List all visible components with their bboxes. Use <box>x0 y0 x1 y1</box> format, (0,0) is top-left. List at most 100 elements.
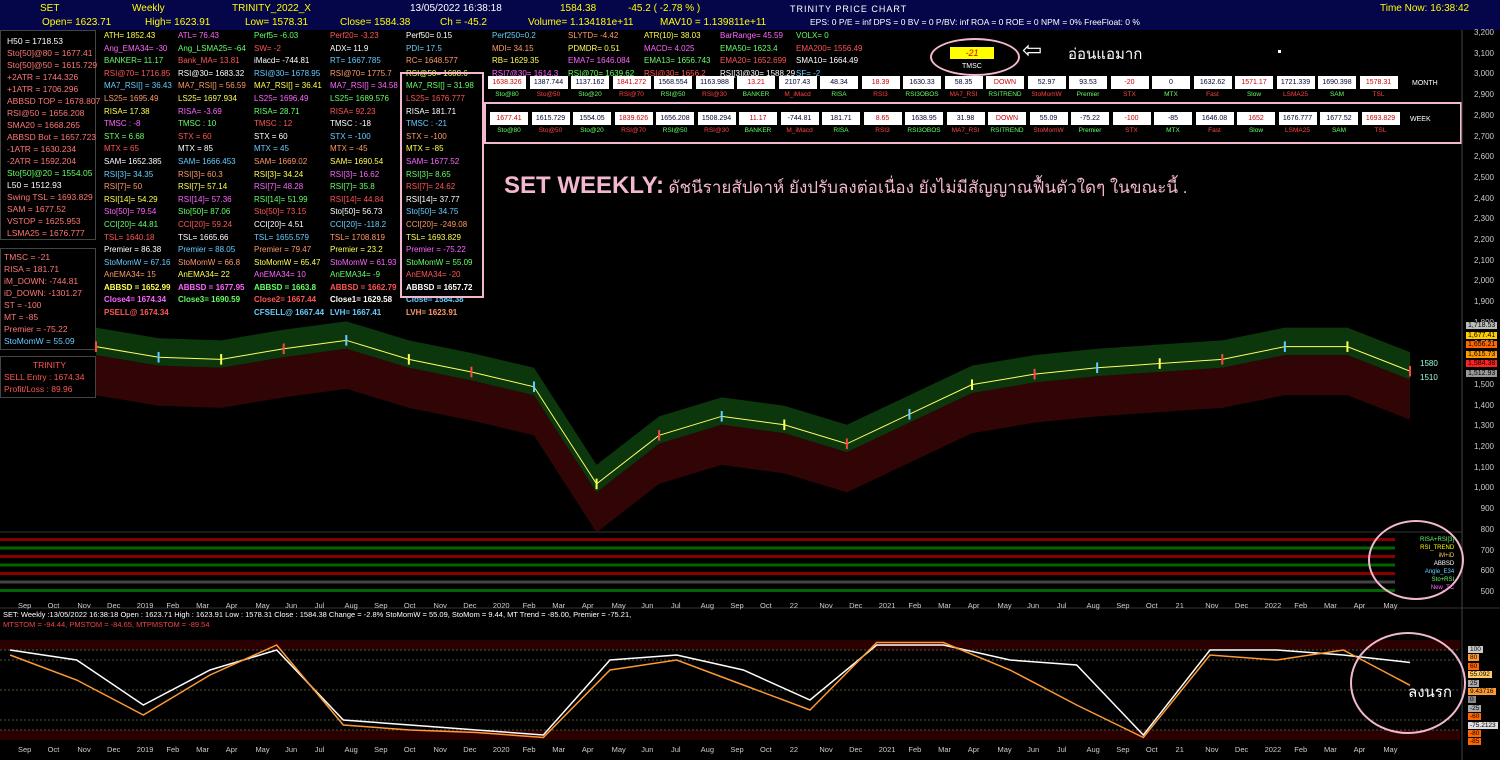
price-tick: 1,100 <box>1473 462 1494 472</box>
time-tick: 2021 <box>878 745 896 754</box>
time-tick: 2019 <box>136 601 154 610</box>
time-tick: Apr <box>967 601 980 610</box>
indicator-legend-item: Sto+RSI <box>1431 577 1455 583</box>
time-tick: Dec <box>1234 745 1249 754</box>
price-side-label-1: 1580 <box>1420 359 1438 368</box>
osc-tick: -25 <box>1468 704 1482 712</box>
time-tick: Nov <box>77 601 91 610</box>
price-tag: 1,615.73 <box>1466 350 1498 358</box>
osc-tick: -85 <box>1468 738 1482 746</box>
price-tick: 1,500 <box>1473 379 1494 389</box>
time-tick: Dec <box>849 745 863 754</box>
time-tick: Oct <box>47 745 60 754</box>
time-tick: Mar <box>1323 601 1337 610</box>
time-tick: Aug <box>1086 745 1100 754</box>
indicator-strip <box>0 555 1395 558</box>
time-tick: Oct <box>47 601 60 610</box>
price-tick: 900 <box>1480 504 1494 514</box>
red-cloud <box>96 348 1410 533</box>
time-tick: Sep <box>1116 745 1130 754</box>
time-tick: Sep <box>374 601 388 610</box>
time-tick: Dec <box>1234 601 1249 610</box>
time-tick: May <box>611 601 626 610</box>
time-tick: Jun <box>285 601 298 610</box>
price-tick: 600 <box>1480 566 1494 576</box>
indicator-legend-item: RSI_TREND <box>1420 545 1455 551</box>
time-tick: Apr <box>225 601 238 610</box>
price-tick: 2,200 <box>1473 235 1494 244</box>
price-tick: 1,900 <box>1473 297 1494 307</box>
time-tick: Aug <box>700 745 715 754</box>
time-tick: Oct <box>760 745 772 754</box>
osc-note: ลงนรก <box>1408 684 1452 701</box>
time-tick: Feb <box>1294 601 1308 610</box>
time-tick: 21 <box>1175 745 1184 754</box>
osc-oversold-zone <box>0 730 1460 740</box>
time-tick: Aug <box>1086 601 1100 610</box>
time-tick: Jul <box>314 601 325 610</box>
time-tick: Oct <box>1145 745 1158 754</box>
indicator-legend-item: iM+iD <box>1438 553 1455 559</box>
time-tick: 2020 <box>492 745 510 754</box>
price-tag: 1,512.93 <box>1466 369 1498 377</box>
time-tick: May <box>997 745 1012 754</box>
price-tick: 3,000 <box>1473 69 1494 79</box>
osc-tick: -60 <box>1468 713 1482 721</box>
time-tick: Sep <box>18 745 32 754</box>
price-chart[interactable] <box>0 0 1500 760</box>
time-tick: Oct <box>760 601 772 610</box>
time-tick: Mar <box>552 745 566 754</box>
price-tag: 1,718.53 <box>1466 322 1498 329</box>
time-tick: Nov <box>77 745 91 754</box>
time-tick: Feb <box>166 601 180 610</box>
time-tick: 2019 <box>136 745 154 754</box>
time-tick: Nov <box>1205 601 1219 610</box>
price-tick: 2,600 <box>1473 152 1494 162</box>
time-tick: Jun <box>285 745 298 754</box>
time-tick: May <box>255 745 270 754</box>
price-tick: 2,100 <box>1473 255 1494 265</box>
time-tick: 22 <box>789 601 799 610</box>
time-tick: May <box>611 745 626 754</box>
price-tick: 800 <box>1480 524 1494 534</box>
time-tick: Jul <box>1056 601 1067 610</box>
time-tick: Dec <box>463 601 477 610</box>
time-tick: Mar <box>1323 745 1337 754</box>
time-tick: Sep <box>730 745 744 754</box>
price-tick: 3,200 <box>1473 28 1494 37</box>
time-tick: Jul <box>314 745 325 754</box>
time-tick: Dec <box>107 745 121 754</box>
time-tick: Aug <box>344 601 358 610</box>
time-tick: Nov <box>433 745 447 754</box>
price-tag: 1,656.21 <box>1466 341 1498 348</box>
price-tick: 2,900 <box>1473 90 1494 100</box>
time-tick: Dec <box>849 601 863 610</box>
indicator-legend-item: Angle_E34 <box>1424 569 1455 575</box>
indicator-strip <box>0 580 1395 584</box>
time-tick: Jul <box>670 745 681 754</box>
price-side-label-2: 1510 <box>1420 373 1438 382</box>
time-tick: Nov <box>819 601 833 610</box>
time-tick: Oct <box>403 745 416 754</box>
time-tick: Apr <box>225 745 238 754</box>
time-tick: Mar <box>938 601 952 610</box>
time-tick: Sep <box>18 601 32 610</box>
time-tick: Mar <box>552 601 566 610</box>
time-tick: Nov <box>433 601 447 610</box>
time-tick: Feb <box>1294 745 1308 754</box>
price-tick: 1,200 <box>1473 442 1494 451</box>
time-tick: Apr <box>967 745 980 754</box>
time-tick: Dec <box>463 745 477 754</box>
price-tick: 2,800 <box>1473 110 1494 120</box>
price-tick: 1,300 <box>1473 421 1494 431</box>
time-tick: Nov <box>819 745 833 754</box>
time-tick: 21 <box>1175 601 1184 610</box>
time-tick: Oct <box>403 601 416 610</box>
time-tick: Apr <box>1353 601 1366 610</box>
osc-tick: 55.092 <box>1468 671 1492 679</box>
time-tick: May <box>1383 601 1398 610</box>
time-tick: Jun <box>1027 601 1040 610</box>
price-tick: 700 <box>1480 545 1494 555</box>
price-tick: 3,100 <box>1473 48 1494 58</box>
indicator-strip <box>0 572 1395 575</box>
